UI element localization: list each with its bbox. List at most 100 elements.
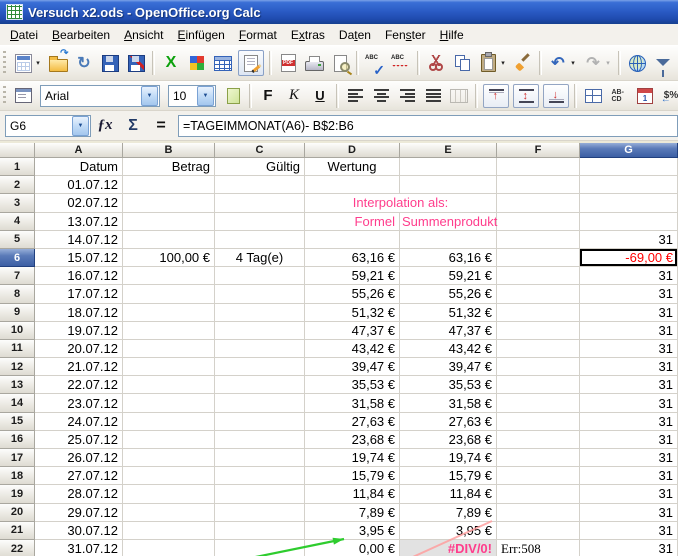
row-header-15[interactable]: 15 xyxy=(0,413,35,431)
column-header-g[interactable]: G xyxy=(580,143,678,158)
cell-B7[interactable] xyxy=(123,267,215,285)
cell-F1[interactable] xyxy=(497,158,580,176)
font-size-combobox-dropdown[interactable]: ▼ xyxy=(197,86,214,106)
row-header-2[interactable]: 2 xyxy=(0,176,35,194)
cell-B15[interactable] xyxy=(123,413,215,431)
cell-F6[interactable] xyxy=(497,249,580,267)
cell-B5[interactable] xyxy=(123,231,215,249)
cell-F19[interactable] xyxy=(497,485,580,503)
cell-D10[interactable]: 47,37 € xyxy=(305,322,400,340)
cell-F3[interactable] xyxy=(497,194,580,212)
cell-D9[interactable]: 51,32 € xyxy=(305,304,400,322)
undo-button[interactable] xyxy=(547,51,569,75)
row-header-22[interactable]: 22 xyxy=(0,540,35,556)
toolbar-grip[interactable] xyxy=(3,51,6,75)
align-center-button[interactable] xyxy=(370,85,392,107)
row-header-19[interactable]: 19 xyxy=(0,485,35,503)
menu-item-extras[interactable]: Extras xyxy=(284,26,332,44)
cell-B9[interactable] xyxy=(123,304,215,322)
cell-C18[interactable] xyxy=(215,467,305,485)
cell-A13[interactable]: 22.07.12 xyxy=(35,376,123,394)
align-top-button[interactable] xyxy=(483,84,509,108)
cell-F11[interactable] xyxy=(497,340,580,358)
page-style-button[interactable] xyxy=(222,85,244,107)
cell-A1[interactable]: Datum xyxy=(35,158,123,176)
cell-A20[interactable]: 29.07.12 xyxy=(35,504,123,522)
cell-E7[interactable]: 59,21 € xyxy=(400,267,497,285)
cell-D12[interactable]: 39,47 € xyxy=(305,358,400,376)
cell-E16[interactable]: 23,68 € xyxy=(400,431,497,449)
cell-A2[interactable]: 01.07.12 xyxy=(35,176,123,194)
cell-A14[interactable]: 23.07.12 xyxy=(35,394,123,412)
cell-E4[interactable]: Summenprodukt xyxy=(400,213,497,231)
cell-B11[interactable] xyxy=(123,340,215,358)
cell-B10[interactable] xyxy=(123,322,215,340)
row-header-12[interactable]: 12 xyxy=(0,358,35,376)
cell-B13[interactable] xyxy=(123,376,215,394)
menu-item-format[interactable]: Format xyxy=(232,26,284,44)
cell-C14[interactable] xyxy=(215,394,305,412)
row-header-16[interactable]: 16 xyxy=(0,431,35,449)
cell-G2[interactable] xyxy=(580,176,678,194)
align-right-button[interactable] xyxy=(396,85,418,107)
column-header-b[interactable]: B xyxy=(123,143,215,158)
cell-G1[interactable] xyxy=(580,158,678,176)
date-format-button[interactable]: 1 xyxy=(634,85,656,107)
cell-G7[interactable]: 31 xyxy=(580,267,678,285)
cell-D5[interactable] xyxy=(305,231,400,249)
cell-E14[interactable]: 31,58 € xyxy=(400,394,497,412)
cell-E1[interactable] xyxy=(400,158,497,176)
row-header-3[interactable]: 3 xyxy=(0,194,35,212)
cell-G16[interactable]: 31 xyxy=(580,431,678,449)
cell-F10[interactable] xyxy=(497,322,580,340)
cell-C19[interactable] xyxy=(215,485,305,503)
cell-G20[interactable]: 31 xyxy=(580,504,678,522)
cell-C1[interactable]: Gültig xyxy=(215,158,305,176)
align-middle-button[interactable] xyxy=(513,84,539,108)
cell-F17[interactable] xyxy=(497,449,580,467)
cell-F5[interactable] xyxy=(497,231,580,249)
cell-C3[interactable] xyxy=(215,194,305,212)
menu-item-fenster[interactable]: Fenster xyxy=(378,26,433,44)
row-header-6[interactable]: 6 xyxy=(0,249,35,267)
cell-E11[interactable]: 43,42 € xyxy=(400,340,497,358)
cell-B6[interactable]: 100,00 € xyxy=(123,249,215,267)
cell-G8[interactable]: 31 xyxy=(580,285,678,303)
cell-A7[interactable]: 16.07.12 xyxy=(35,267,123,285)
cell-A18[interactable]: 27.07.12 xyxy=(35,467,123,485)
row-header-9[interactable]: 9 xyxy=(0,304,35,322)
cell-G4[interactable] xyxy=(580,213,678,231)
excel-export-button[interactable] xyxy=(160,51,182,75)
new-document-button-dropdown[interactable]: ▾ xyxy=(33,51,43,75)
cell-F7[interactable] xyxy=(497,267,580,285)
cell-B4[interactable] xyxy=(123,213,215,231)
cell-D11[interactable]: 43,42 € xyxy=(305,340,400,358)
cell-E6[interactable]: 63,16 € xyxy=(400,249,497,267)
cell-D18[interactable]: 15,79 € xyxy=(305,467,400,485)
cell-B16[interactable] xyxy=(123,431,215,449)
row-header-14[interactable]: 14 xyxy=(0,394,35,412)
menu-item-einfgen[interactable]: Einfügen xyxy=(170,26,231,44)
cell-D21[interactable]: 3,95 € xyxy=(305,522,400,540)
gallery-button[interactable] xyxy=(186,51,208,75)
align-bottom-button[interactable] xyxy=(543,84,569,108)
row-header-10[interactable]: 10 xyxy=(0,322,35,340)
cell-B8[interactable] xyxy=(123,285,215,303)
cell-D16[interactable]: 23,68 € xyxy=(305,431,400,449)
cell-F22[interactable]: Err:508 xyxy=(497,540,580,556)
cell-D4[interactable]: Formel xyxy=(305,213,400,231)
cell-F18[interactable] xyxy=(497,467,580,485)
row-header-20[interactable]: 20 xyxy=(0,504,35,522)
underline-button[interactable]: U xyxy=(309,85,331,107)
save-button[interactable] xyxy=(99,51,121,75)
cell-G10[interactable]: 31 xyxy=(580,322,678,340)
cell-F4[interactable] xyxy=(497,213,580,231)
justify-button[interactable] xyxy=(422,85,444,107)
cell-G21[interactable]: 31 xyxy=(580,522,678,540)
cell-A19[interactable]: 28.07.12 xyxy=(35,485,123,503)
cell-G9[interactable]: 31 xyxy=(580,304,678,322)
cell-B12[interactable] xyxy=(123,358,215,376)
cell-G3[interactable] xyxy=(580,194,678,212)
new-document-button[interactable] xyxy=(12,51,34,75)
row-header-21[interactable]: 21 xyxy=(0,522,35,540)
